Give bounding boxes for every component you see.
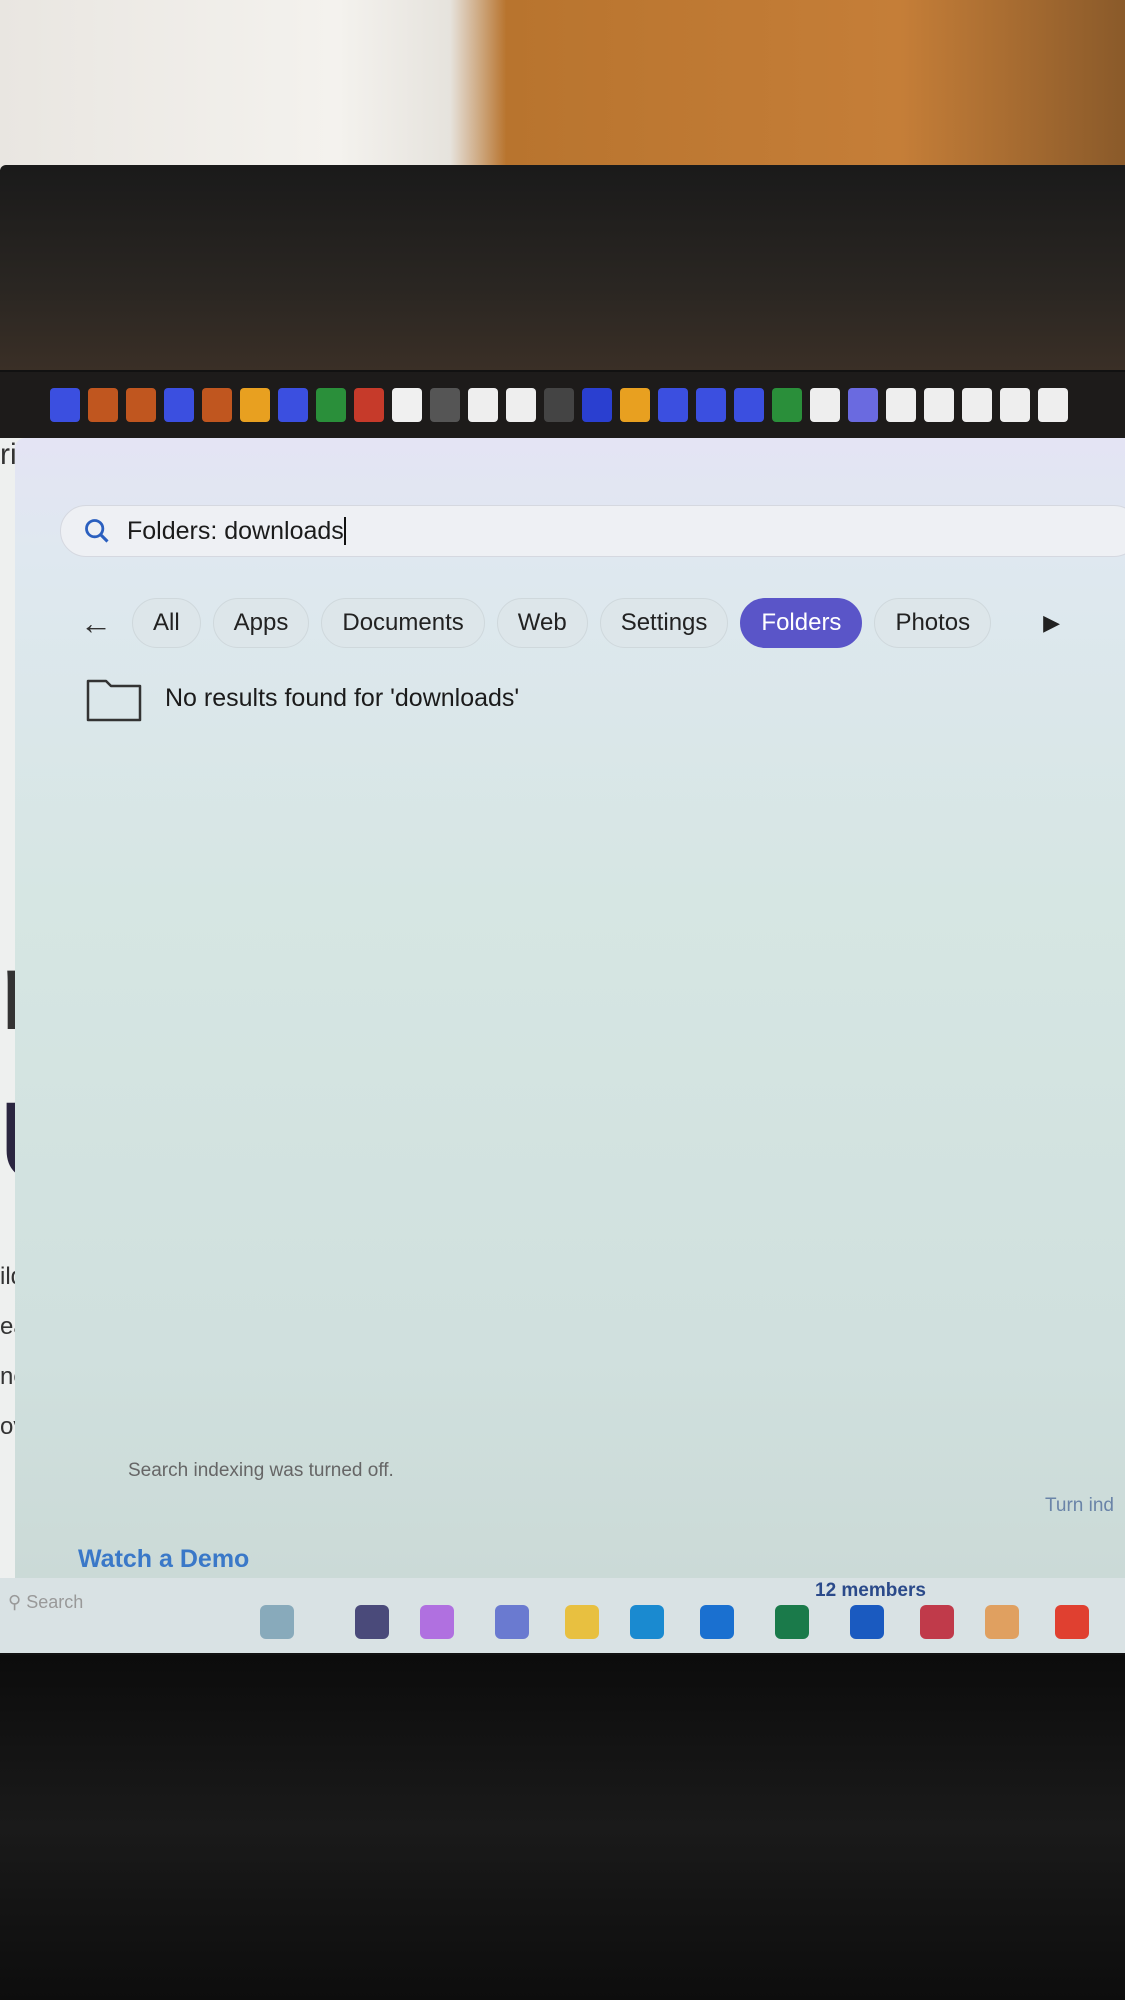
bookmark-favicon-icon[interactable] (886, 388, 916, 422)
search-input[interactable]: Folders: downloads (60, 505, 1125, 557)
bookmark-favicon-icon[interactable] (1038, 388, 1068, 422)
turn-on-indexing-link[interactable]: Turn ind (1045, 1495, 1114, 1517)
no-results-item: No results found for 'downloads' (85, 673, 519, 723)
tab-web[interactable]: Web (496, 598, 588, 648)
bookmark-favicon-icon[interactable] (430, 388, 460, 422)
taskbar-app-icon[interactable] (420, 1605, 454, 1639)
taskbar-app-icon[interactable] (775, 1605, 809, 1639)
bookmark-favicon-icon[interactable] (278, 388, 308, 422)
bookmark-favicon-icon[interactable] (164, 388, 194, 422)
search-panel: Folders: downloads ← All Apps Documents … (15, 438, 1125, 1578)
bookmark-favicon-icon[interactable] (126, 388, 156, 422)
bookmark-favicon-icon[interactable] (316, 388, 346, 422)
bookmark-favicon-icon[interactable] (392, 388, 422, 422)
members-count: 12 members (815, 1580, 926, 1601)
bookmark-favicon-icon[interactable] (202, 388, 232, 422)
tab-apps[interactable]: Apps (212, 598, 310, 648)
taskbar-app-icon[interactable] (565, 1605, 599, 1639)
search-icon (85, 519, 109, 543)
bookmark-favicon-icon[interactable] (848, 388, 878, 422)
bookmark-favicon-icon[interactable] (354, 388, 384, 422)
bookmark-favicon-icon[interactable] (468, 388, 498, 422)
watch-demo-link[interactable]: Watch a Demo (78, 1545, 249, 1574)
search-query: Folders: downloads (127, 516, 344, 545)
text-caret (343, 517, 346, 545)
more-tabs-arrow-icon[interactable]: ▶ (1043, 610, 1060, 636)
taskbar-search[interactable]: ⚲ Search (8, 1592, 83, 1613)
taskbar-app-icon[interactable] (850, 1605, 884, 1639)
bookmark-favicon-icon[interactable] (924, 388, 954, 422)
bookmark-favicon-icon[interactable] (582, 388, 612, 422)
bookmark-favicon-icon[interactable] (772, 388, 802, 422)
bookmark-favicon-icon[interactable] (810, 388, 840, 422)
tab-all[interactable]: All (132, 598, 201, 648)
indexing-status: Search indexing was turned off. (128, 1460, 394, 1481)
taskbar-app-icon[interactable] (630, 1605, 664, 1639)
bookmarks-bar (0, 372, 1125, 438)
taskbar-app-icon[interactable] (700, 1605, 734, 1639)
keyboard (0, 1655, 1125, 2000)
bookmark-favicon-icon[interactable] (50, 388, 80, 422)
filter-tabs: ← All Apps Documents Web Settings Folder… (80, 598, 1060, 648)
tab-documents[interactable]: Documents (321, 598, 485, 648)
taskbar-app-icon[interactable] (920, 1605, 954, 1639)
back-arrow-icon[interactable]: ← (80, 605, 120, 642)
bookmark-favicon-icon[interactable] (734, 388, 764, 422)
taskbar (0, 1578, 1125, 1653)
taskbar-app-icon[interactable] (985, 1605, 1019, 1639)
bookmark-favicon-icon[interactable] (544, 388, 574, 422)
bookmark-favicon-icon[interactable] (506, 388, 536, 422)
tab-folders[interactable]: Folders (740, 598, 863, 648)
background-wall (0, 0, 1125, 170)
laptop-bezel (0, 165, 1125, 451)
tab-settings[interactable]: Settings (599, 598, 729, 648)
bookmark-favicon-icon[interactable] (696, 388, 726, 422)
taskbar-app-icon[interactable] (1055, 1605, 1089, 1639)
taskbar-app-icon[interactable] (495, 1605, 529, 1639)
bookmark-favicon-icon[interactable] (620, 388, 650, 422)
bookmark-favicon-icon[interactable] (962, 388, 992, 422)
bookmark-favicon-icon[interactable] (658, 388, 688, 422)
bookmark-favicon-icon[interactable] (240, 388, 270, 422)
no-results-message: No results found for 'downloads' (165, 683, 520, 712)
tab-photos[interactable]: Photos (874, 598, 992, 648)
folder-icon (86, 679, 142, 722)
taskbar-search-placeholder: Search (26, 1592, 84, 1612)
taskbar-app-icon[interactable] (260, 1605, 294, 1639)
bookmark-favicon-icon[interactable] (88, 388, 118, 422)
bookmark-favicon-icon[interactable] (1000, 388, 1030, 422)
taskbar-app-icon[interactable] (355, 1605, 389, 1639)
